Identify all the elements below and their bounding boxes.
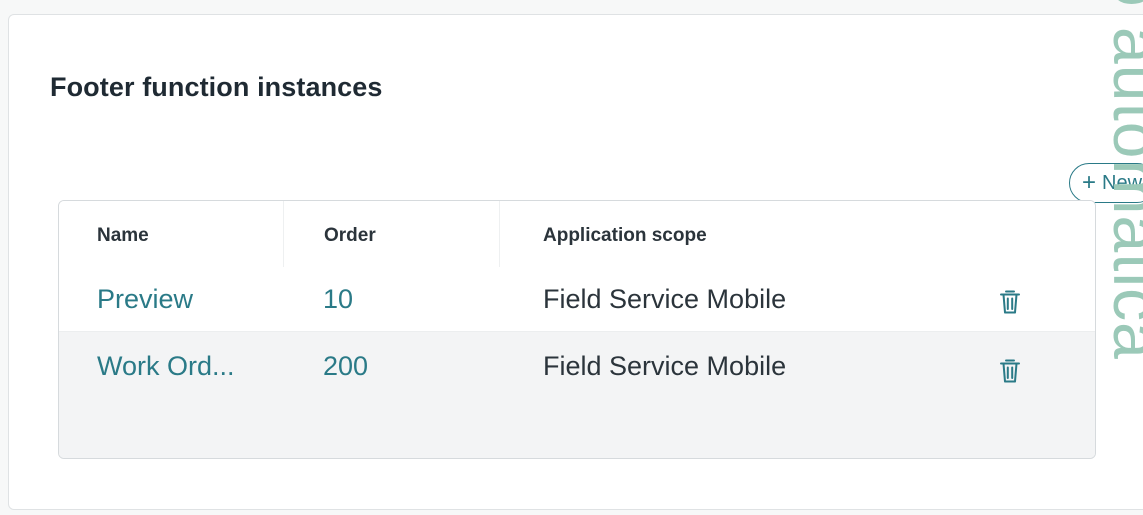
- table-header: Name Order Application scope: [59, 201, 1095, 268]
- row-order-link[interactable]: 200: [323, 353, 368, 380]
- column-header-application-scope[interactable]: Application scope: [543, 225, 707, 247]
- column-divider[interactable]: [499, 201, 500, 267]
- column-divider[interactable]: [283, 201, 284, 267]
- trash-icon[interactable]: [999, 289, 1021, 315]
- trash-icon[interactable]: [999, 358, 1021, 384]
- section-title: Footer function instances: [50, 72, 383, 102]
- row-order-link[interactable]: 10: [323, 286, 353, 313]
- row-name-link[interactable]: Work Ord...: [97, 353, 235, 380]
- column-header-name[interactable]: Name: [97, 225, 149, 247]
- table-row: Preview 10 Field Service Mobile: [59, 267, 1095, 332]
- row-application-scope: Field Service Mobile: [543, 351, 787, 381]
- row-name-link[interactable]: Preview: [97, 286, 193, 313]
- instances-table: Name Order Application scope Preview 10 …: [58, 200, 1096, 459]
- watermark: o automatica: [1089, 0, 1143, 515]
- row-application-scope: Field Service Mobile: [543, 284, 787, 314]
- watermark-text: o automatica: [1100, 0, 1143, 360]
- table-row: Work Ord... 200 Field Service Mobile: [59, 332, 1095, 458]
- column-header-order[interactable]: Order: [324, 225, 376, 247]
